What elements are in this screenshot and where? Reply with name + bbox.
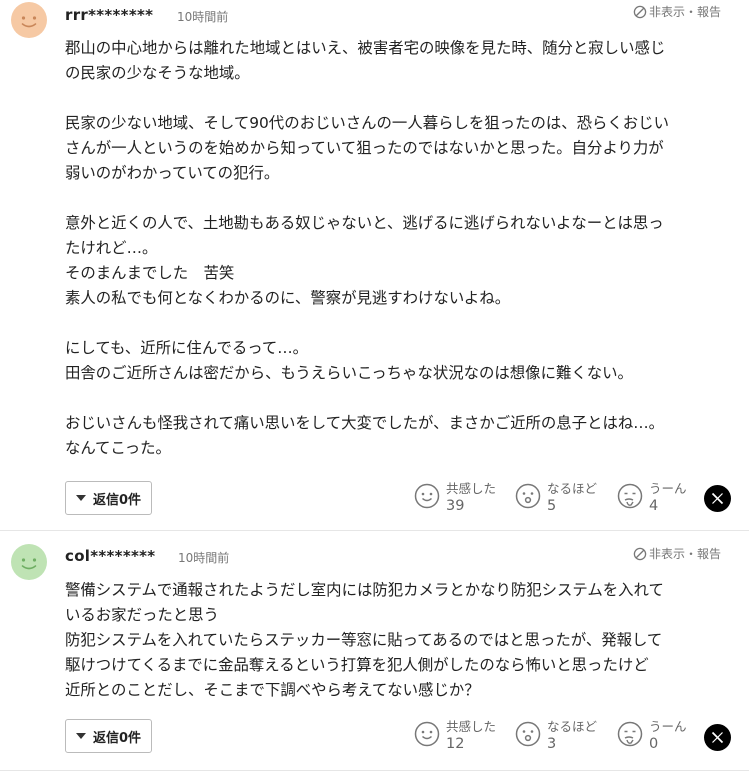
reply-button[interactable]: 返信0件 [65, 719, 152, 753]
triangle-down-icon [75, 495, 86, 501]
reaction-count: 4 [649, 498, 659, 514]
x-share-button[interactable] [704, 724, 731, 751]
comment-divider [0, 530, 749, 531]
reaction-label: なるほど [547, 719, 598, 734]
reaction-understand[interactable]: なるほど 3 [515, 718, 597, 753]
username[interactable]: rrr******** [65, 6, 153, 24]
comment-body: 警備システムで通報されたようだし室内には防犯カメラとかなり防犯システムを入れて … [65, 581, 664, 699]
hide-report-label: 非表示・報告 [649, 547, 722, 561]
reaction-hmm[interactable]: うーん 4 [617, 480, 687, 515]
hmm-icon [617, 721, 643, 747]
reply-label: 返信0件 [92, 730, 142, 746]
hmm-icon [617, 483, 643, 509]
avatar [11, 544, 47, 580]
timestamp: 10時間前 [177, 10, 229, 24]
reaction-label: うーん [649, 481, 687, 496]
hide-report-link[interactable]: 非表示・報告 [633, 3, 721, 20]
hide-report-label: 非表示・報告 [649, 5, 722, 19]
avatar [11, 2, 47, 38]
reaction-count: 0 [649, 736, 659, 752]
reaction-empathize[interactable]: 共感した 12 [414, 718, 496, 753]
block-icon [633, 547, 647, 560]
smile-icon [414, 721, 440, 747]
reaction-count: 3 [547, 736, 557, 752]
reaction-label: うーん [649, 719, 687, 734]
reply-label: 返信0件 [92, 492, 142, 508]
reaction-label: 共感した [446, 481, 497, 496]
reaction-count: 5 [547, 498, 557, 514]
reaction-hmm[interactable]: うーん 0 [617, 718, 687, 753]
hide-report-link[interactable]: 非表示・報告 [633, 545, 721, 562]
x-logo-icon [711, 731, 724, 744]
reaction-label: なるほど [547, 481, 598, 496]
x-share-button[interactable] [704, 485, 731, 512]
reaction-understand[interactable]: なるほど 5 [515, 480, 597, 515]
smile-icon [414, 483, 440, 509]
x-logo-icon [711, 492, 724, 505]
surprise-icon [515, 483, 541, 509]
surprise-icon [515, 721, 541, 747]
reaction-label: 共感した [446, 719, 497, 734]
reaction-count: 12 [446, 736, 465, 752]
comment-body: 郡山の中心地からは離れた地域とはいえ、被害者宅の映像を見た時、随分と寂しい感じ … [65, 39, 669, 457]
block-icon [633, 5, 647, 18]
timestamp: 10時間前 [178, 551, 230, 565]
triangle-down-icon [75, 733, 86, 739]
reaction-count: 39 [446, 498, 465, 514]
reaction-empathize[interactable]: 共感した 39 [414, 480, 496, 515]
reply-button[interactable]: 返信0件 [65, 481, 152, 515]
username[interactable]: col******** [65, 547, 155, 565]
comment-divider [0, 770, 749, 771]
